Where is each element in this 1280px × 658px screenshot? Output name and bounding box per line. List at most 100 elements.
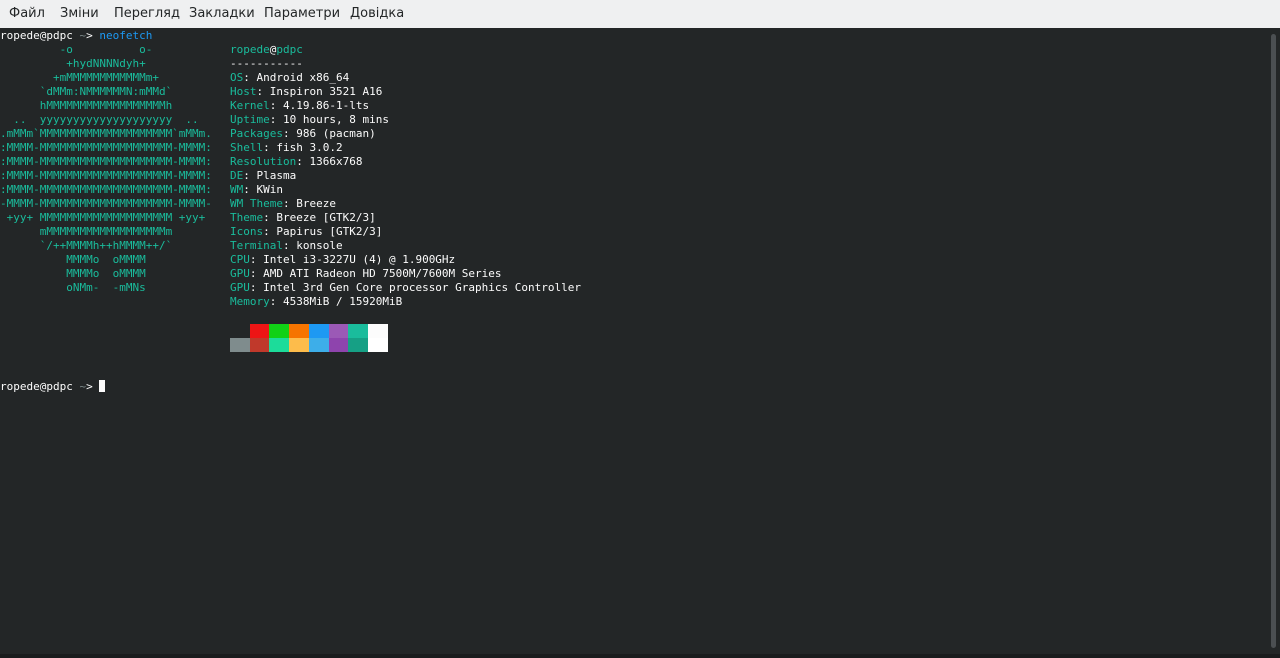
info-key: GPU bbox=[230, 281, 250, 294]
info-value: Intel i3-3227U (4) @ 1.900GHz bbox=[263, 253, 456, 266]
command-prompt-line: ropede@pdpc ~> neofetch bbox=[0, 29, 152, 43]
info-value: 4538MiB / 15920MiB bbox=[283, 295, 403, 308]
menu-bookmarks[interactable]: Закладки bbox=[189, 7, 255, 21]
menu-bar: Файл Зміни Перегляд Закладки Параметри Д… bbox=[0, 0, 1280, 29]
command-text: neofetch bbox=[99, 29, 153, 42]
info-key: CPU bbox=[230, 253, 250, 266]
scrollbar[interactable] bbox=[1268, 28, 1280, 654]
info-key: Terminal bbox=[230, 239, 283, 252]
color-swatch bbox=[328, 324, 349, 338]
ascii-logo-line: mMMMMMMMMMMMMMMMMMMm bbox=[0, 225, 173, 238]
info-value: 10 hours, 8 mins bbox=[283, 113, 389, 126]
info-key: Kernel bbox=[230, 99, 270, 112]
info-row: Kernel: 4.19.86-1-lts bbox=[230, 99, 370, 112]
color-swatch bbox=[367, 324, 388, 338]
info-value: Breeze bbox=[296, 197, 336, 210]
info-row: DE: Plasma bbox=[230, 169, 297, 182]
color-swatch bbox=[348, 338, 369, 352]
ascii-logo-line: -MMMM-MMMMMMMMMMMMMMMMMMMM-MMMM- bbox=[0, 197, 212, 210]
info-value: AMD ATI Radeon HD 7500M/7600M Series bbox=[263, 267, 502, 280]
info-row: Shell: fish 3.0.2 bbox=[230, 141, 343, 154]
prompt-arrow: > bbox=[86, 380, 93, 393]
menu-view[interactable]: Перегляд bbox=[114, 7, 180, 21]
info-row: Terminal: konsole bbox=[230, 239, 343, 252]
info-row: Uptime: 10 hours, 8 mins bbox=[230, 113, 389, 126]
info-key: GPU bbox=[230, 267, 250, 280]
info-key: Uptime bbox=[230, 113, 270, 126]
info-value: Inspiron 3521 A16 bbox=[269, 85, 383, 98]
prompt-user-host: ropede@pdpc bbox=[0, 29, 73, 42]
info-key: Host bbox=[230, 85, 257, 98]
color-swatch bbox=[269, 338, 290, 352]
info-value: fish 3.0.2 bbox=[276, 141, 343, 154]
info-value: 4.19.86-1-lts bbox=[283, 99, 370, 112]
info-key: Packages bbox=[230, 127, 283, 140]
ascii-logo-line: MMMMo oMMMM bbox=[0, 253, 146, 266]
info-row: WM: KWin bbox=[230, 183, 284, 196]
info-row: GPU: AMD ATI Radeon HD 7500M/7600M Serie… bbox=[230, 267, 502, 280]
info-value: konsole bbox=[296, 239, 343, 252]
info-value: Papirus [GTK2/3] bbox=[276, 225, 383, 238]
info-key: WM Theme bbox=[230, 197, 283, 210]
info-row: CPU: Intel i3-3227U (4) @ 1.900GHz bbox=[230, 253, 456, 266]
info-value: Breeze [GTK2/3] bbox=[276, 211, 376, 224]
color-swatch bbox=[289, 324, 310, 338]
terminal-area[interactable]: ropede@pdpc ~> neofetch -o o- +hydNNNNdy… bbox=[0, 28, 1268, 654]
menu-edit[interactable]: Зміни bbox=[60, 7, 99, 21]
ascii-logo-line: .mMMm`MMMMMMMMMMMMMMMMMMMM`mMMm. bbox=[0, 127, 212, 140]
info-key: OS bbox=[230, 71, 244, 84]
info-key: WM bbox=[230, 183, 244, 196]
ascii-logo-line: MMMMo oMMMM bbox=[0, 267, 146, 280]
ascii-logo-line: :MMMM-MMMMMMMMMMMMMMMMMMMM-MMMM: bbox=[0, 155, 212, 168]
text-cursor bbox=[99, 380, 106, 392]
info-value: Plasma bbox=[256, 169, 297, 182]
ascii-logo-line: +mMMMMMMMMMMMMm+ bbox=[0, 71, 159, 84]
info-value: 986 (pacman) bbox=[296, 127, 376, 140]
ascii-logo-line: `dMMm:NMMMMMMN:mMMd` bbox=[0, 85, 173, 98]
info-key: Theme bbox=[230, 211, 264, 224]
color-swatch bbox=[289, 338, 310, 352]
color-swatch bbox=[328, 338, 349, 352]
info-key: Resolution bbox=[230, 155, 297, 168]
color-swatch bbox=[308, 324, 329, 338]
ascii-logo-line: +hydNNNNdyh+ bbox=[0, 57, 146, 70]
color-swatch bbox=[249, 324, 270, 338]
info-row: Memory: 4538MiB / 15920MiB bbox=[230, 295, 403, 308]
prompt-user-host: ropede@pdpc bbox=[0, 380, 73, 393]
ascii-logo-line: `/++MMMMh++hMMMM++/` bbox=[0, 239, 173, 252]
ascii-logo-line: :MMMM-MMMMMMMMMMMMMMMMMMMM-MMMM: bbox=[0, 183, 212, 196]
ascii-logo-line: hMMMMMMMMMMMMMMMMMMh bbox=[0, 99, 173, 112]
ascii-logo-line: oNMm- -mMNs bbox=[0, 281, 146, 294]
menu-help[interactable]: Довідка bbox=[350, 7, 404, 21]
menu-settings[interactable]: Параметри bbox=[264, 7, 340, 21]
info-row: GPU: Intel 3rd Gen Core processor Graphi… bbox=[230, 281, 582, 294]
color-swatch bbox=[230, 338, 250, 352]
menu-file[interactable]: Файл bbox=[9, 7, 45, 21]
ascii-logo-line: +yy+ MMMMMMMMMMMMMMMMMMMM +yy+ bbox=[0, 211, 206, 224]
info-row: WM Theme: Breeze bbox=[230, 197, 336, 210]
prompt-arrow: > bbox=[86, 29, 93, 42]
ascii-logo-line: .. yyyyyyyyyyyyyyyyyyyy .. bbox=[0, 113, 199, 126]
info-key: Memory bbox=[230, 295, 270, 308]
info-value: KWin bbox=[256, 183, 284, 196]
color-swatch bbox=[249, 338, 270, 352]
ascii-logo-line: :MMMM-MMMMMMMMMMMMMMMMMMMM-MMMM: bbox=[0, 141, 212, 154]
color-swatch bbox=[269, 324, 290, 338]
ascii-logo-line: -o o- bbox=[0, 43, 153, 56]
info-row: Packages: 986 (pacman) bbox=[230, 127, 376, 140]
info-header: ropede@pdpc bbox=[230, 43, 303, 57]
active-prompt-line[interactable]: ropede@pdpc ~> bbox=[0, 380, 106, 394]
info-row: Theme: Breeze [GTK2/3] bbox=[230, 211, 376, 224]
info-row: Resolution: 1366x768 bbox=[230, 155, 363, 168]
scrollbar-handle[interactable] bbox=[1271, 34, 1276, 648]
color-swatch bbox=[308, 338, 329, 352]
color-swatch bbox=[230, 324, 250, 338]
color-swatch bbox=[348, 324, 369, 338]
info-value: Intel 3rd Gen Core processor Graphics Co… bbox=[263, 281, 582, 294]
info-key: DE bbox=[230, 169, 244, 182]
info-separator: ----------- bbox=[230, 57, 303, 70]
color-swatch bbox=[367, 338, 388, 352]
info-row: Host: Inspiron 3521 A16 bbox=[230, 85, 383, 98]
info-value: Android x86_64 bbox=[256, 71, 350, 84]
info-key: Icons bbox=[230, 225, 264, 238]
